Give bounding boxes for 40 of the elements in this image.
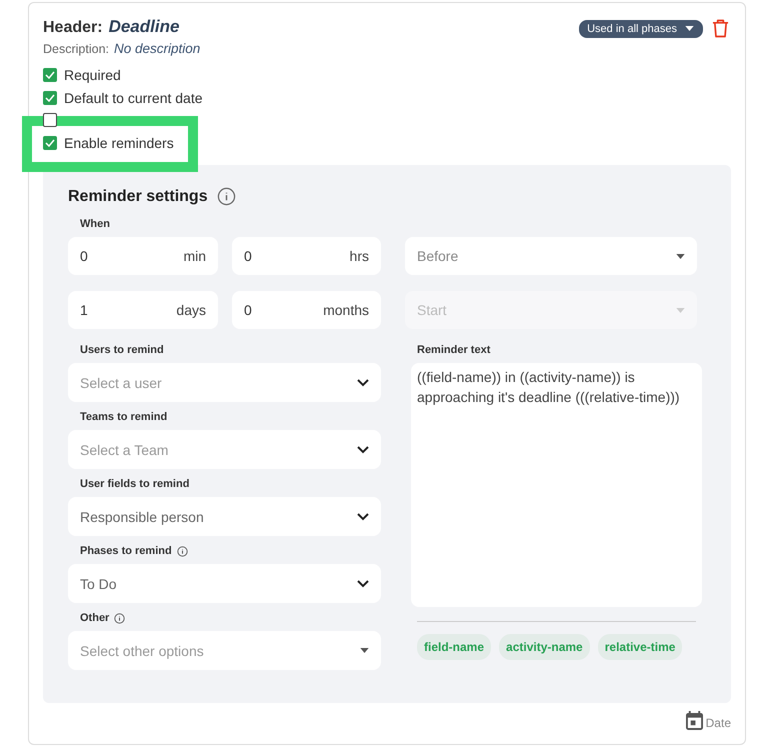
trash-icon[interactable] [712, 19, 729, 38]
field-type-label: Date [706, 716, 731, 730]
field-label: Users to remind [80, 344, 164, 356]
number-field[interactable]: 0 months [232, 291, 381, 329]
number-field[interactable]: 0 min [68, 237, 218, 275]
field-label: Other [80, 612, 110, 624]
info-icon [216, 187, 236, 206]
checkbox[interactable] [43, 113, 57, 128]
field-label: User fields to remind [80, 478, 190, 490]
field-label: Teams to remind [80, 411, 168, 423]
dropdown-field[interactable]: To Do [68, 564, 381, 603]
caret-icon [360, 648, 369, 653]
chevron-down-icon [357, 446, 369, 454]
description-value: No description [114, 41, 200, 56]
phases-dropdown[interactable]: Used in all phases [579, 20, 703, 38]
checkbox[interactable] [43, 68, 57, 82]
calendar-icon [686, 711, 703, 730]
checkbox[interactable] [43, 136, 57, 150]
checkbox-label: Required [64, 67, 121, 84]
field-label: When [80, 218, 111, 230]
number-field[interactable]: 0 hrs [232, 237, 381, 275]
field-name: Deadline [108, 17, 180, 37]
section-title: Reminder settings [68, 188, 208, 206]
chevron-down-icon [357, 378, 369, 386]
reminder-text-field[interactable]: ((field-name)) in ((activity-name)) is approaching it's deadline (((relative-time))) [411, 363, 702, 607]
checkbox-label: Enable reminders [64, 134, 174, 151]
checkbox-label: Default to current date [64, 90, 203, 106]
header-label: Header: [43, 19, 103, 37]
select-field[interactable]: Before [405, 237, 697, 275]
description-label: Description: [43, 42, 109, 56]
number-field[interactable]: 1 days [68, 291, 218, 329]
field-label: Reminder text [417, 344, 492, 356]
chevron-down-icon [357, 580, 369, 588]
chevron-down-icon [357, 512, 369, 520]
caret-icon [676, 308, 685, 312]
dropdown-field[interactable]: Responsible person [68, 497, 381, 536]
caret-icon [685, 26, 694, 31]
caret-icon [676, 254, 685, 258]
checkbox[interactable] [43, 90, 57, 105]
field-label: Phases to remind [80, 545, 172, 557]
